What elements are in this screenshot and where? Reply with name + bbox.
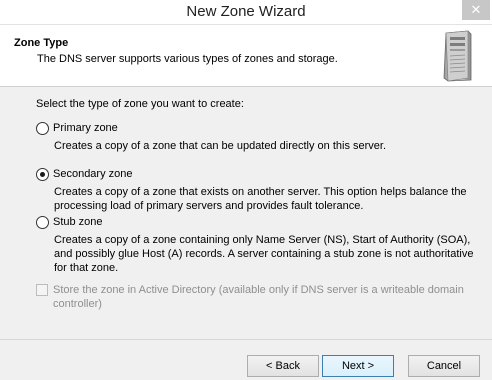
cancel-button[interactable]: Cancel	[408, 355, 480, 377]
secondary-zone-radio[interactable]	[36, 168, 49, 181]
ad-storage-checkbox	[36, 284, 48, 296]
ad-storage-label: Store the zone in Active Directory (avai…	[53, 284, 464, 310]
page-title: Zone Type	[14, 37, 69, 49]
stub-zone-radio[interactable]	[36, 216, 49, 229]
secondary-zone-label[interactable]: Secondary zone	[53, 168, 133, 180]
primary-zone-description: Creates a copy of a zone that can be upd…	[54, 140, 387, 152]
next-button[interactable]: Next >	[322, 355, 394, 377]
stub-zone-label[interactable]: Stub zone	[53, 216, 103, 228]
primary-zone-label[interactable]: Primary zone	[53, 122, 118, 134]
wizard-header: Zone Type The DNS server supports variou…	[0, 25, 492, 87]
secondary-zone-description: Creates a copy of a zone that exists on …	[54, 186, 467, 212]
primary-zone-radio[interactable]	[36, 122, 49, 135]
close-icon: ✕	[470, 2, 482, 17]
wizard-content: Select the type of zone you want to crea…	[0, 88, 492, 338]
stub-zone-description: Creates a copy of a zone containing only…	[54, 234, 474, 274]
server-icon	[443, 30, 472, 82]
page-subtitle: The DNS server supports various types of…	[37, 53, 338, 65]
zone-type-prompt: Select the type of zone you want to crea…	[36, 98, 244, 110]
back-button[interactable]: < Back	[247, 355, 319, 377]
window-title: New Zone Wizard	[186, 3, 306, 20]
close-button[interactable]: ✕	[462, 0, 490, 20]
title-bar: New Zone Wizard ✕	[0, 0, 492, 25]
footer-divider	[0, 339, 492, 340]
